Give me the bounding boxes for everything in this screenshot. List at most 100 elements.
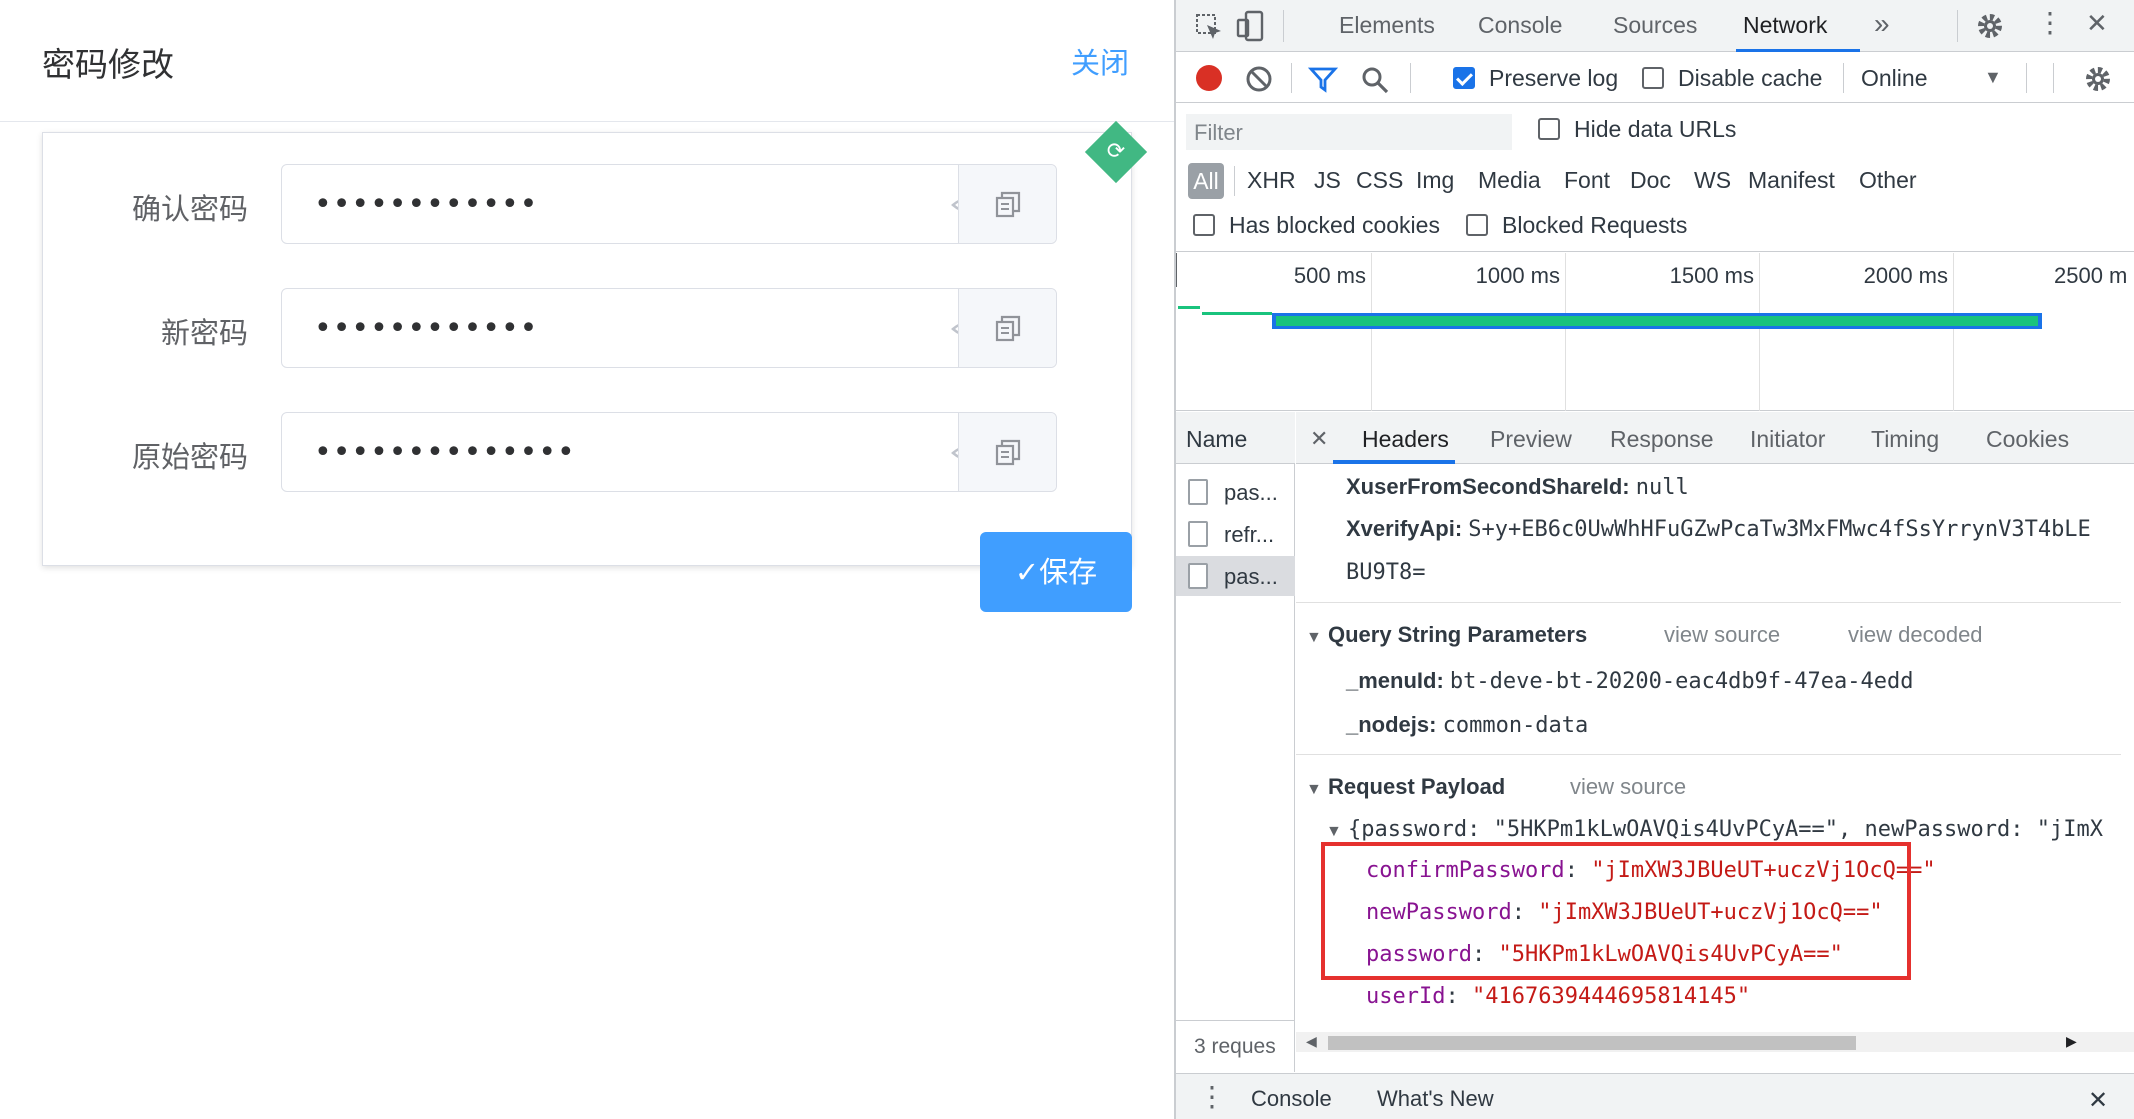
payload-value: "4167639444695814145" — [1471, 984, 1751, 1009]
new-password-value: •••••••••••• — [314, 311, 539, 346]
highlight-box — [1321, 842, 1911, 980]
type-filter-css[interactable]: CSS — [1356, 167, 1403, 194]
form-row-confirm-password: 确认密码 •••••••••••• — [42, 164, 1082, 244]
blocked-requests-label: Blocked Requests — [1502, 212, 1688, 238]
copy-button[interactable] — [958, 165, 1056, 243]
query-param-value: bt-deve-bt-20200-eac4db9f-47ea-4edd — [1449, 669, 1914, 694]
header-value-continued: BU9T8= — [1346, 560, 1426, 585]
inspect-element-icon[interactable] — [1194, 12, 1224, 42]
copy-icon — [995, 315, 1021, 342]
chevron-down-icon[interactable]: ▼ — [1984, 67, 2002, 88]
payload-key: userId — [1366, 984, 1446, 1009]
has-blocked-cookies-checkbox[interactable] — [1193, 214, 1215, 236]
tab-cookies[interactable]: Cookies — [1986, 426, 2069, 453]
original-password-input[interactable]: •••••••••••••• — [281, 412, 1057, 492]
tab-timing[interactable]: Timing — [1871, 426, 1939, 453]
type-filter-js[interactable]: JS — [1314, 167, 1341, 194]
view-source-link[interactable]: view source — [1664, 622, 1780, 648]
tab-network[interactable]: Network — [1743, 12, 1827, 39]
header-row: XverifyApi: S+y+EB6c0UwWhHFuGZwPcaTw3MxF… — [1346, 516, 2126, 542]
drawer-tab-console[interactable]: Console — [1251, 1086, 1332, 1112]
close-drawer-icon[interactable]: ✕ — [2088, 1086, 2108, 1115]
hide-data-urls-label: Hide data URLs — [1574, 116, 1737, 142]
type-filter-media[interactable]: Media — [1478, 167, 1541, 194]
close-devtools-icon[interactable]: ✕ — [2086, 8, 2108, 39]
preserve-log-label: Preserve log — [1489, 65, 1619, 91]
query-param-key: _menuId: — [1346, 668, 1444, 693]
filter-input[interactable]: Filter — [1186, 114, 1512, 150]
device-toolbar-icon[interactable] — [1236, 10, 1266, 42]
preserve-log-checkbox[interactable] — [1453, 67, 1475, 89]
header-value: S+y+EB6c0UwWhHFuGZwPcaTw3MxFMwc4fSsYrryn… — [1468, 517, 2091, 542]
file-icon — [1188, 521, 1208, 547]
throttling-select[interactable]: Online — [1861, 65, 1927, 92]
filter-icon[interactable] — [1308, 65, 1338, 93]
hide-data-urls-checkbox[interactable] — [1538, 118, 1560, 140]
tab-sources[interactable]: Sources — [1613, 12, 1697, 39]
network-settings-gear-icon[interactable] — [2082, 63, 2114, 95]
type-filter-other[interactable]: Other — [1859, 167, 1917, 194]
drawer-menu-icon[interactable]: ⋮ — [1198, 1080, 1226, 1113]
type-filter-ws[interactable]: WS — [1694, 167, 1731, 194]
name-header-label: Name — [1186, 426, 1248, 452]
refresh-badge[interactable]: ⟳ — [1084, 120, 1148, 184]
kebab-menu-icon[interactable]: ⋮ — [2036, 8, 2064, 38]
type-filter-img[interactable]: Img — [1416, 167, 1454, 194]
tab-console[interactable]: Console — [1478, 12, 1562, 39]
password-dialog: 密码修改 关闭 ⟳ 确认密码 •••••••••••• 新密码 ••••••••… — [0, 0, 1174, 1119]
disable-cache-checkbox[interactable] — [1642, 67, 1664, 89]
drawer-tab-whats-new[interactable]: What's New — [1377, 1086, 1494, 1112]
type-filter-xhr[interactable]: XHR — [1247, 167, 1296, 194]
name-column-header[interactable]: Name — [1176, 412, 1295, 464]
request-row[interactable]: refr... — [1176, 514, 1295, 554]
tab-response[interactable]: Response — [1610, 426, 1714, 453]
copy-icon — [995, 191, 1021, 218]
tab-headers[interactable]: Headers — [1362, 426, 1449, 453]
more-tabs-button[interactable]: » — [1874, 8, 1890, 40]
tab-initiator[interactable]: Initiator — [1750, 426, 1825, 453]
search-icon[interactable] — [1360, 65, 1390, 95]
request-row[interactable]: pas... — [1176, 472, 1295, 512]
type-filter-doc[interactable]: Doc — [1630, 167, 1671, 194]
dialog-title: 密码修改 — [42, 45, 174, 84]
copy-button[interactable] — [958, 289, 1056, 367]
dialog-header: 密码修改 关闭 — [0, 0, 1174, 122]
copy-button[interactable] — [958, 413, 1056, 491]
close-detail-icon[interactable]: ✕ — [1310, 426, 1328, 452]
clear-icon[interactable] — [1245, 65, 1273, 93]
settings-gear-icon[interactable] — [1974, 10, 2006, 42]
view-source-link[interactable]: view source — [1570, 774, 1686, 800]
devtools-tabbar: Elements Console Sources Network » ⋮ ✕ — [1176, 0, 2134, 52]
devtools-drawer: ⋮ Console What's New ✕ — [1176, 1073, 2134, 1119]
form-row-original-password: 原始密码 •••••••••••••• — [42, 412, 1082, 492]
active-tab-indicator — [1736, 49, 1860, 52]
payload-item: userId: "4167639444695814145" — [1366, 984, 1751, 1009]
record-icon[interactable] — [1196, 65, 1222, 91]
type-filter-manifest[interactable]: Manifest — [1748, 167, 1835, 194]
confirm-password-input[interactable]: •••••••••••• — [281, 164, 1057, 244]
request-row-selected[interactable]: pas... — [1176, 556, 1295, 596]
type-filter-all[interactable]: All — [1188, 163, 1224, 199]
query-param-row: _nodejs: common-data — [1346, 712, 1588, 738]
tab-elements[interactable]: Elements — [1339, 12, 1435, 39]
new-password-input[interactable]: •••••••••••• — [281, 288, 1057, 368]
payload-summary[interactable]: ▼ {password: "5HKPm1kLwOAVQis4UvPCyA==",… — [1326, 816, 2126, 842]
query-params-section-toggle[interactable]: ▼ Query String Parameters — [1306, 622, 1587, 648]
file-icon — [1188, 479, 1208, 505]
horizontal-scroll-thumb[interactable] — [1328, 1036, 1856, 1050]
view-decoded-link[interactable]: view decoded — [1848, 622, 1983, 648]
form-row-new-password: 新密码 •••••••••••• — [42, 288, 1082, 368]
network-timeline[interactable]: 500 ms 1000 ms 1500 ms 2000 ms 2500 m — [1176, 253, 2134, 411]
blocked-requests-checkbox[interactable] — [1466, 214, 1488, 236]
close-link[interactable]: 关闭 — [1071, 40, 1129, 82]
network-toolbar: Preserve log Disable cache Online ▼ — [1176, 53, 2134, 103]
save-button[interactable]: ✓保存 — [980, 532, 1132, 612]
timeline-request-bar-fill — [1276, 316, 2038, 326]
file-icon — [1188, 563, 1208, 589]
type-filter-font[interactable]: Font — [1564, 167, 1610, 194]
tab-preview[interactable]: Preview — [1490, 426, 1572, 453]
header-row: XuserFromSecondShareId: null — [1346, 474, 1689, 500]
triangle-down-icon: ▼ — [1306, 629, 1322, 646]
timeline-tick: 2500 m — [2054, 263, 2128, 288]
request-payload-section-toggle[interactable]: ▼ Request Payload — [1306, 774, 1505, 800]
